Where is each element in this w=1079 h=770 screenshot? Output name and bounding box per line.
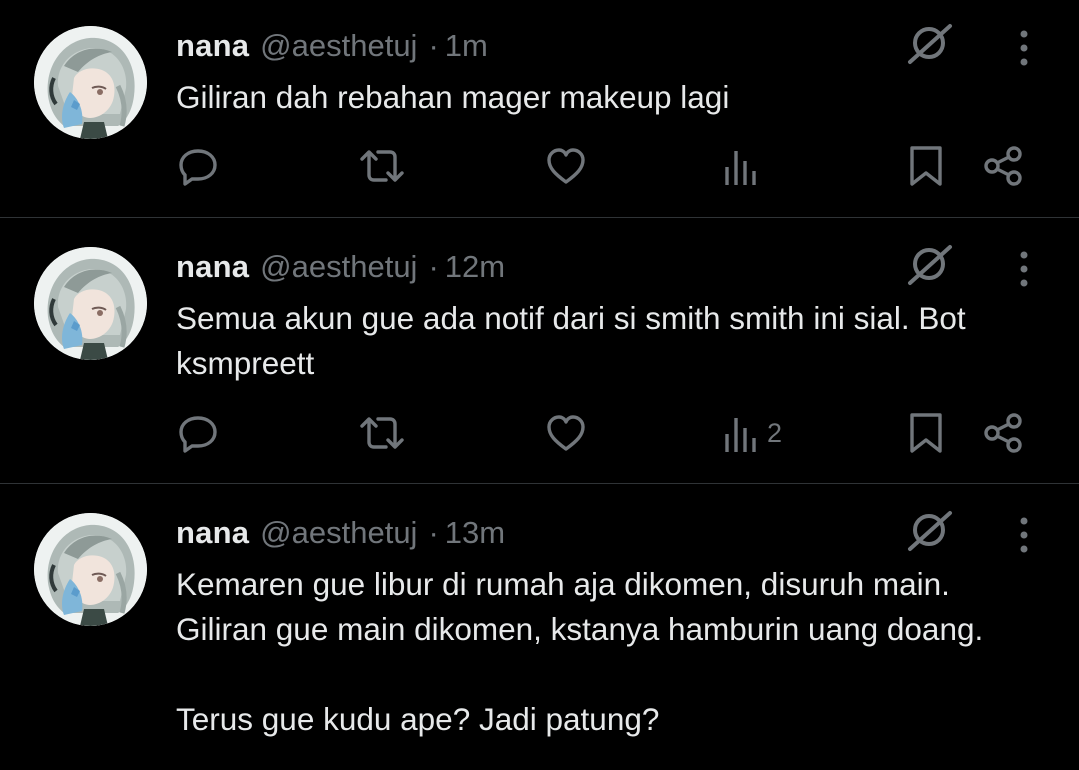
retweet-button[interactable] [358, 407, 406, 459]
analytics-icon [725, 418, 756, 452]
tweet-header: nana @aesthetuj · 13m [176, 513, 505, 553]
tweet-text: Giliran dah rebahan mager makeup lagi [176, 79, 730, 115]
separator-dot: · [428, 249, 439, 284]
timestamp[interactable]: 1m [445, 28, 488, 64]
separator-dot: · [428, 28, 439, 63]
reply-button[interactable] [177, 407, 219, 459]
avatar[interactable] [34, 247, 147, 360]
bookmark-button[interactable] [906, 140, 946, 192]
bookmark-icon [910, 146, 942, 186]
reply-button[interactable] [177, 140, 219, 192]
timestamp[interactable]: 13m [445, 515, 505, 551]
avatar[interactable] [34, 513, 147, 626]
like-button[interactable] [545, 407, 587, 459]
more-dots-icon[interactable] [1008, 28, 1040, 68]
action-bar: 2 [0, 407, 1079, 459]
tweet-header: nana @aesthetuj · 12m [176, 247, 505, 287]
share-button[interactable] [983, 407, 1025, 459]
author-handle[interactable]: @aesthetuj [260, 28, 417, 64]
views-button[interactable]: 2 [723, 407, 782, 459]
avatar-image [34, 247, 147, 360]
grok-icon[interactable] [904, 18, 956, 70]
timestamp[interactable]: 12m [445, 249, 505, 285]
author-name[interactable]: nana [176, 28, 249, 64]
author-name[interactable]: nana [176, 249, 249, 285]
grok-icon[interactable] [904, 505, 956, 557]
avatar-image [34, 26, 147, 139]
retweet-button[interactable] [358, 140, 406, 192]
tweet-text: Kemaren gue libur di rumah aja dikomen, … [176, 566, 984, 737]
reply-icon [179, 416, 217, 453]
more-dots-icon[interactable] [1008, 249, 1040, 289]
views-count: 2 [767, 417, 783, 448]
more-dots-icon[interactable] [1008, 515, 1040, 555]
retweet-icon [360, 417, 404, 449]
tweet[interactable]: nana @aesthetuj · 12m Semua akun gue ada… [0, 218, 1079, 483]
tweet[interactable]: nana @aesthetuj · 1m Giliran dah rebahan… [0, 0, 1079, 217]
views-button[interactable] [723, 140, 767, 192]
author-handle[interactable]: @aesthetuj [260, 515, 417, 551]
reply-icon [179, 149, 217, 186]
timeline: nana @aesthetuj · 1m Giliran dah rebahan… [0, 0, 1079, 770]
tweet[interactable]: nana @aesthetuj · 13m Kemaren gue libur … [0, 484, 1079, 770]
separator-dot: · [428, 515, 439, 550]
action-bar [0, 140, 1079, 192]
bookmark-button[interactable] [906, 407, 946, 459]
heart-icon [547, 148, 585, 184]
like-button[interactable] [545, 140, 587, 192]
bookmark-icon [910, 413, 942, 453]
share-icon [984, 146, 1022, 186]
retweet-icon [360, 150, 404, 182]
tweet-text: Semua akun gue ada notif dari si smith s… [176, 300, 966, 381]
tweet-header: nana @aesthetuj · 1m [176, 26, 488, 66]
heart-icon [547, 415, 585, 451]
avatar-image [34, 513, 147, 626]
author-name[interactable]: nana [176, 515, 249, 551]
avatar[interactable] [34, 26, 147, 139]
author-handle[interactable]: @aesthetuj [260, 249, 417, 285]
share-icon [984, 413, 1022, 453]
grok-icon[interactable] [904, 239, 956, 291]
analytics-icon [725, 151, 756, 185]
share-button[interactable] [983, 140, 1025, 192]
